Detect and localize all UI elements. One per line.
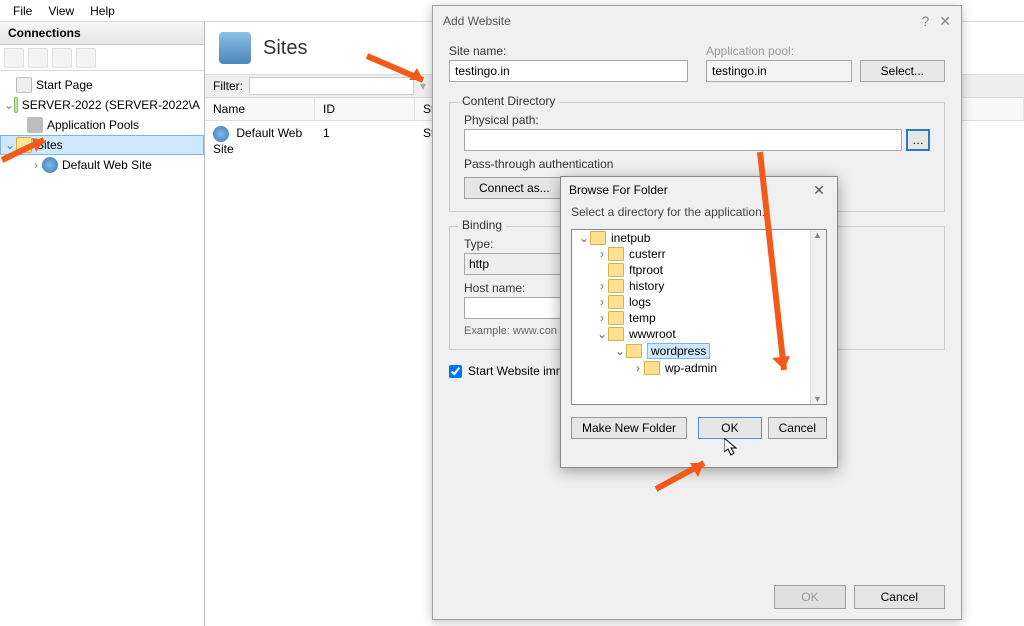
connections-title: Connections (0, 22, 204, 45)
close-icon[interactable]: ✕ (939, 13, 951, 29)
browse-instruction: Select a directory for the application. (561, 203, 837, 225)
folder-icon (590, 231, 606, 245)
addsite-cancel-button[interactable]: Cancel (854, 585, 945, 609)
folder-icon (16, 137, 32, 153)
help-icon[interactable]: ? (921, 13, 929, 29)
folder-icon (608, 247, 624, 261)
pool-icon (27, 117, 43, 133)
browse-title: Browse For Folder (569, 183, 668, 197)
server-icon (14, 97, 18, 113)
tree-server[interactable]: ⌄SERVER-2022 (SERVER-2022\A (0, 95, 204, 115)
node-wp-admin[interactable]: ›wp-admin (572, 360, 826, 376)
tree-app-pools[interactable]: Application Pools (0, 115, 204, 135)
browse-cancel-button[interactable]: Cancel (768, 417, 827, 439)
toolbar-btn-2[interactable] (28, 48, 48, 68)
folder-tree[interactable]: ⌄inetpub ›custerr ftproot ›history ›logs… (571, 229, 827, 405)
sites-icon (219, 32, 251, 64)
toolbar-btn-4[interactable] (76, 48, 96, 68)
browse-ok-button[interactable]: OK (698, 417, 761, 439)
node-temp[interactable]: ›temp (572, 310, 826, 326)
physical-path-label: Physical path: (464, 113, 930, 127)
connect-as-button[interactable]: Connect as... (464, 177, 565, 199)
folder-icon (626, 344, 642, 358)
folder-icon (608, 327, 624, 341)
page-icon (16, 77, 32, 93)
node-inetpub[interactable]: ⌄inetpub (572, 230, 826, 246)
node-wordpress[interactable]: ⌄wordpress (572, 342, 826, 360)
node-wwwroot[interactable]: ⌄wwwroot (572, 326, 826, 342)
globe-icon (213, 126, 229, 142)
addsite-ok-button[interactable]: OK (774, 585, 845, 609)
menu-file[interactable]: File (5, 2, 40, 20)
connections-panel: Connections Start Page ⌄SERVER-2022 (SER… (0, 22, 205, 626)
col-name[interactable]: Name (205, 98, 315, 120)
cursor-icon (724, 438, 738, 456)
tree-start-page[interactable]: Start Page (0, 75, 204, 95)
toolbar-btn-1[interactable] (4, 48, 24, 68)
type-select[interactable]: http (464, 253, 574, 275)
tree-scrollbar[interactable] (810, 230, 826, 404)
start-immediately-checkbox[interactable] (449, 365, 462, 378)
folder-icon (608, 295, 624, 309)
passthru-label: Pass-through authentication (464, 157, 930, 171)
connections-toolbar (0, 45, 204, 71)
folder-icon (608, 279, 624, 293)
toolbar-btn-3[interactable] (52, 48, 72, 68)
tree-default-site[interactable]: ›Default Web Site (0, 155, 204, 175)
app-pool-input (706, 60, 852, 82)
node-logs[interactable]: ›logs (572, 294, 826, 310)
dialog-titlebar: Add Website ? ✕ (433, 6, 961, 36)
filter-input[interactable] (249, 77, 414, 95)
content-dir-label: Content Directory (458, 94, 559, 108)
node-ftproot[interactable]: ftproot (572, 262, 826, 278)
browse-folder-dialog: Browse For Folder ✕ Select a directory f… (560, 176, 838, 468)
menu-view[interactable]: View (40, 2, 82, 20)
select-pool-button[interactable]: Select... (860, 60, 945, 82)
make-new-folder-button[interactable]: Make New Folder (571, 417, 687, 439)
dialog-title: Add Website (443, 14, 511, 28)
col-id[interactable]: ID (315, 98, 415, 120)
app-pool-label: Application pool: (706, 44, 852, 58)
menu-help[interactable]: Help (82, 2, 123, 20)
physical-path-input[interactable] (464, 129, 902, 151)
folder-icon (608, 311, 624, 325)
browse-path-button[interactable]: … (906, 129, 930, 151)
sites-heading: Sites (263, 37, 307, 60)
binding-label: Binding (458, 218, 506, 232)
node-history[interactable]: ›history (572, 278, 826, 294)
browse-close-icon[interactable]: ✕ (809, 182, 829, 199)
site-name-label: Site name: (449, 44, 688, 58)
node-custerr[interactable]: ›custerr (572, 246, 826, 262)
connections-tree: Start Page ⌄SERVER-2022 (SERVER-2022\A A… (0, 71, 204, 179)
globe-icon (42, 157, 58, 173)
site-name-input[interactable] (449, 60, 688, 82)
folder-icon (608, 263, 624, 277)
filter-label: Filter: (213, 79, 243, 93)
folder-icon (644, 361, 660, 375)
tree-sites[interactable]: ⌄Sites (0, 135, 204, 155)
